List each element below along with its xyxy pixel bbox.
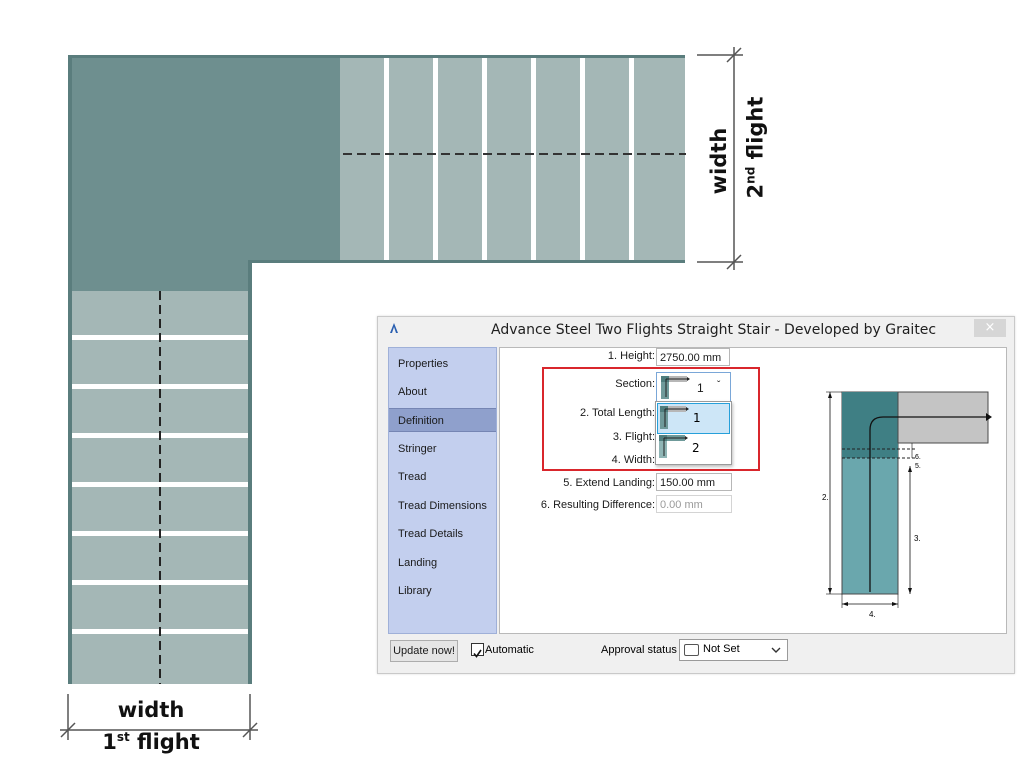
first-flight-number: 1 <box>102 730 117 754</box>
approval-status-label: Approval status <box>601 644 677 656</box>
preview-label-6: 6. <box>915 454 921 461</box>
chevron-down-icon <box>771 647 781 653</box>
sidebar-item-definition[interactable]: Definition <box>389 408 496 432</box>
sidebar-item-tread-details[interactable]: Tread Details <box>389 522 496 546</box>
resulting-difference-field: 0.00 mm <box>656 495 732 513</box>
sidebar-item-about[interactable]: About <box>389 380 496 404</box>
automatic-checkbox[interactable] <box>471 643 484 658</box>
second-flight-name-label: 2nd flight <box>739 88 768 208</box>
first-flight-ordinal: st <box>116 730 130 744</box>
second-flight-width-label: width <box>707 127 731 195</box>
definition-panel: 1. Height: 2750.00 mm Section: 1 ˇ 2. To… <box>499 347 1007 634</box>
dialog-footer: Update now! Automatic Approval status No… <box>378 635 1014 673</box>
close-button[interactable]: × <box>974 319 1006 337</box>
preview-label-3: 3. <box>914 534 921 543</box>
stair-dialog: Advance Steel Two Flights Straight Stair… <box>377 316 1015 674</box>
sidebar: Properties About Definition Stringer Tre… <box>388 347 497 634</box>
second-flight-word: flight <box>743 96 768 167</box>
sidebar-item-tread[interactable]: Tread <box>389 465 496 489</box>
dialog-title: Advance Steel Two Flights Straight Stair… <box>491 322 937 338</box>
preview-label-4: 4. <box>869 610 876 619</box>
height-field[interactable]: 2750.00 mm <box>656 348 730 366</box>
stair-section-preview <box>826 391 992 608</box>
extend-landing-label: 5. Extend Landing: <box>563 477 655 489</box>
sidebar-item-landing[interactable]: Landing <box>389 551 496 575</box>
sidebar-item-stringer[interactable]: Stringer <box>389 437 496 461</box>
sidebar-item-tread-dimensions[interactable]: Tread Dimensions <box>389 494 496 518</box>
extend-landing-field[interactable]: 150.00 mm <box>656 473 732 491</box>
automatic-label: Automatic <box>485 644 534 656</box>
first-flight-name-label: 1st flight <box>68 730 234 754</box>
first-flight-width-label: width <box>117 698 185 722</box>
approval-status-value: Not Set <box>703 643 740 655</box>
sidebar-item-library[interactable]: Library <box>389 579 496 603</box>
approval-status-select[interactable]: Not Set <box>679 639 788 661</box>
second-flight-number: 2 <box>743 183 768 199</box>
checkmark-icon <box>473 649 482 658</box>
highlight-box <box>542 367 760 471</box>
status-swatch-icon <box>684 644 699 656</box>
resulting-difference-label: 6. Resulting Difference: <box>540 499 655 511</box>
second-flight-ordinal: nd <box>743 166 758 184</box>
preview-label-5: 5. <box>915 463 921 470</box>
preview-label-2: 2. <box>822 493 829 502</box>
advance-steel-logo-icon <box>390 323 398 333</box>
first-flight-word: flight <box>129 730 200 754</box>
sidebar-item-properties[interactable]: Properties <box>389 352 496 376</box>
update-now-button[interactable]: Update now! <box>390 640 458 662</box>
height-label: 1. Height: <box>607 350 655 362</box>
close-icon: × <box>984 320 996 335</box>
